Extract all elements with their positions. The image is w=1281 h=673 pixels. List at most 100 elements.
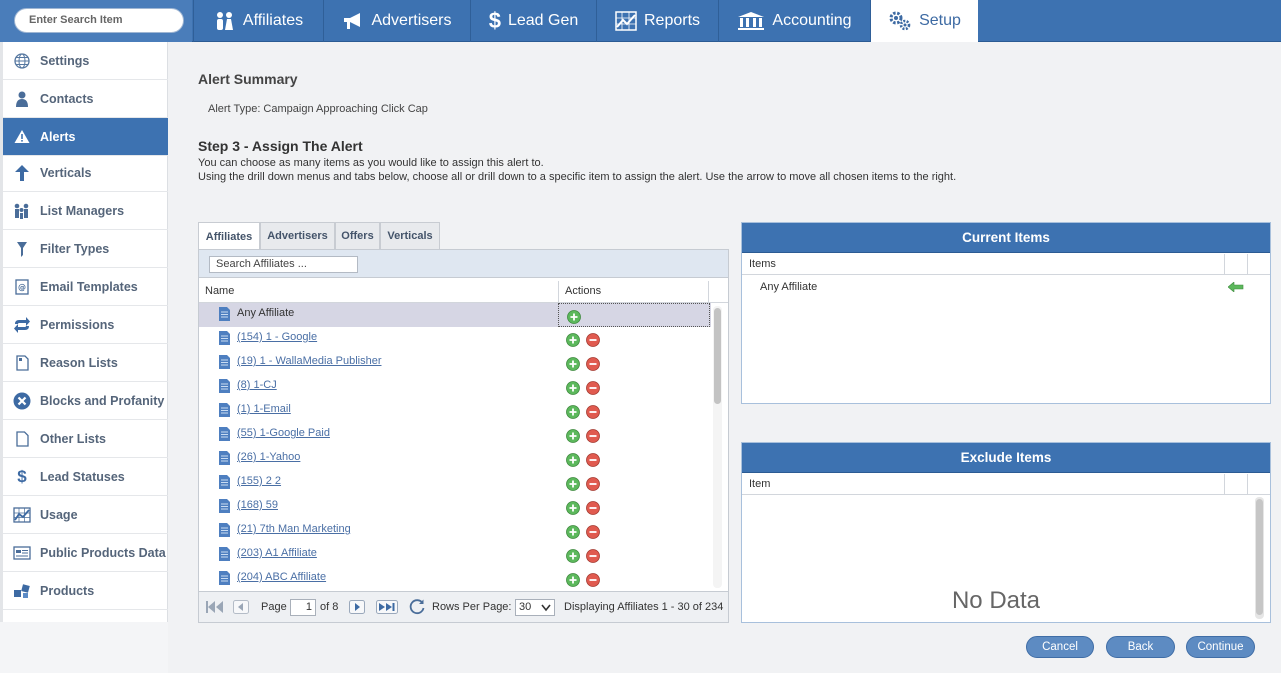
first-page-icon[interactable] xyxy=(205,600,225,617)
table-row[interactable]: Any Affiliate xyxy=(199,303,711,327)
tab-offers[interactable]: Offers xyxy=(335,222,380,249)
add-icon[interactable] xyxy=(566,453,580,470)
exclude-items-title: Exclude Items xyxy=(742,443,1270,473)
continue-button[interactable]: Continue xyxy=(1186,636,1255,658)
nav-tab-advertisers[interactable]: Advertisers xyxy=(323,0,470,42)
sidebar-item-alerts[interactable]: Alerts xyxy=(3,118,168,156)
arrow-left-icon[interactable] xyxy=(1227,281,1244,295)
table-row[interactable]: (203) A1 Affiliate xyxy=(199,543,711,567)
affiliate-link[interactable]: (21) 7th Man Marketing xyxy=(237,523,351,535)
column-header-items[interactable]: Items xyxy=(749,258,776,270)
add-icon[interactable] xyxy=(567,310,581,327)
back-button[interactable]: Back xyxy=(1106,636,1175,658)
add-icon[interactable] xyxy=(566,357,580,374)
affiliate-link[interactable]: (168) 59 xyxy=(237,499,278,511)
add-icon[interactable] xyxy=(566,429,580,446)
sidebar-item-contacts[interactable]: Contacts xyxy=(3,80,168,118)
remove-icon[interactable] xyxy=(586,453,600,470)
remove-icon[interactable] xyxy=(586,573,600,589)
tab-affiliates[interactable]: Affiliates xyxy=(198,222,260,250)
remove-icon[interactable] xyxy=(586,501,600,518)
table-row[interactable]: (19) 1 - WallaMedia Publisher xyxy=(199,351,711,375)
table-row[interactable]: (154) 1 - Google xyxy=(199,327,711,351)
table-row[interactable]: (1) 1-Email xyxy=(199,399,711,423)
remove-icon[interactable] xyxy=(586,429,600,446)
exclude-scrollbar[interactable] xyxy=(1255,497,1264,619)
scrollbar-thumb[interactable] xyxy=(714,308,721,404)
remove-icon[interactable] xyxy=(586,525,600,542)
actions-cell xyxy=(558,519,710,543)
sidebar-item-lead-statuses[interactable]: $ Lead Statuses xyxy=(3,458,168,496)
sidebar-item-email-templates[interactable]: @ Email Templates xyxy=(3,268,168,306)
remove-icon[interactable] xyxy=(586,477,600,494)
tab-advertisers[interactable]: Advertisers xyxy=(260,222,335,249)
sidebar-item-blocks-and-profanity[interactable]: Blocks and Profanity xyxy=(3,382,168,420)
column-header-actions[interactable]: Actions xyxy=(565,285,601,297)
last-page-icon[interactable] xyxy=(376,600,398,617)
refresh-icon[interactable] xyxy=(408,598,426,619)
affiliate-link[interactable]: (1) 1-Email xyxy=(237,403,291,415)
nav-tab-accounting[interactable]: Accounting xyxy=(718,0,870,42)
rows-per-page-select[interactable]: 30 xyxy=(515,599,555,616)
remove-icon[interactable] xyxy=(586,357,600,374)
affiliate-link[interactable]: (204) ABC Affiliate xyxy=(237,571,326,583)
add-icon[interactable] xyxy=(566,477,580,494)
table-row[interactable]: (155) 2 2 xyxy=(199,471,711,495)
remove-icon[interactable] xyxy=(586,405,600,422)
nav-tab-setup[interactable]: Setup xyxy=(870,0,978,42)
sidebar-item-products[interactable]: Products xyxy=(3,572,168,610)
remove-icon[interactable] xyxy=(586,549,600,566)
add-icon[interactable] xyxy=(566,501,580,518)
nav-tab-reports[interactable]: Reports xyxy=(596,0,718,42)
affiliate-link[interactable]: (154) 1 - Google xyxy=(237,331,317,343)
next-page-icon[interactable] xyxy=(349,600,365,617)
add-icon[interactable] xyxy=(566,333,580,350)
nav-tab-affiliates[interactable]: Affiliates xyxy=(193,0,323,42)
add-icon[interactable] xyxy=(566,381,580,398)
column-header-name[interactable]: Name xyxy=(205,285,234,297)
sidebar-item-list-managers[interactable]: List Managers xyxy=(3,192,168,230)
list-item[interactable]: Any Affiliate xyxy=(742,276,1270,300)
scrollbar-thumb[interactable] xyxy=(1256,499,1263,615)
table-row[interactable]: (8) 1-CJ xyxy=(199,375,711,399)
table-row[interactable]: (21) 7th Man Marketing xyxy=(199,519,711,543)
exclude-items-header: Item xyxy=(742,474,1270,495)
search-affiliates-input[interactable]: Search Affiliates ... xyxy=(209,256,358,273)
table-row[interactable]: (55) 1-Google Paid xyxy=(199,423,711,447)
remove-icon[interactable] xyxy=(586,333,600,350)
cancel-button[interactable]: Cancel xyxy=(1026,636,1094,658)
document-icon xyxy=(219,523,230,540)
affiliate-link[interactable]: (8) 1-CJ xyxy=(237,379,277,391)
add-icon[interactable] xyxy=(566,573,580,589)
add-icon[interactable] xyxy=(566,405,580,422)
table-row[interactable]: (26) 1-Yahoo xyxy=(199,447,711,471)
affiliate-link[interactable]: (55) 1-Google Paid xyxy=(237,427,330,439)
nav-tab-lead-gen[interactable]: $ Lead Gen xyxy=(470,0,596,42)
sidebar-item-permissions[interactable]: Permissions xyxy=(3,306,168,344)
prev-page-icon[interactable] xyxy=(233,600,249,617)
sidebar-item-usage[interactable]: Usage xyxy=(3,496,168,534)
add-icon[interactable] xyxy=(566,549,580,566)
page-count-label: of 8 xyxy=(320,601,339,613)
grid-scrollbar[interactable] xyxy=(713,306,722,588)
global-search-input[interactable]: Enter Search Item xyxy=(14,8,184,33)
document-icon xyxy=(219,427,230,444)
sidebar-item-settings[interactable]: Settings xyxy=(3,42,168,80)
person-icon xyxy=(13,90,31,108)
add-icon[interactable] xyxy=(566,525,580,542)
affiliate-link[interactable]: (19) 1 - WallaMedia Publisher xyxy=(237,355,381,367)
table-row[interactable]: (204) ABC Affiliate xyxy=(199,567,711,589)
sidebar-item-filter-types[interactable]: Filter Types xyxy=(3,230,168,268)
table-row[interactable]: (168) 59 xyxy=(199,495,711,519)
affiliate-link[interactable]: (26) 1-Yahoo xyxy=(237,451,300,463)
column-header-item[interactable]: Item xyxy=(749,478,770,490)
affiliate-link[interactable]: (203) A1 Affiliate xyxy=(237,547,317,559)
affiliate-link[interactable]: (155) 2 2 xyxy=(237,475,281,487)
sidebar-item-public-products-data[interactable]: Public Products Data xyxy=(3,534,168,572)
tab-verticals[interactable]: Verticals xyxy=(380,222,440,249)
remove-icon[interactable] xyxy=(586,381,600,398)
sidebar-item-verticals[interactable]: Verticals xyxy=(3,154,168,192)
sidebar-item-other-lists[interactable]: Other Lists xyxy=(3,420,168,458)
page-number-input[interactable]: 1 xyxy=(290,599,316,616)
sidebar-item-reason-lists[interactable]: Reason Lists xyxy=(3,344,168,382)
